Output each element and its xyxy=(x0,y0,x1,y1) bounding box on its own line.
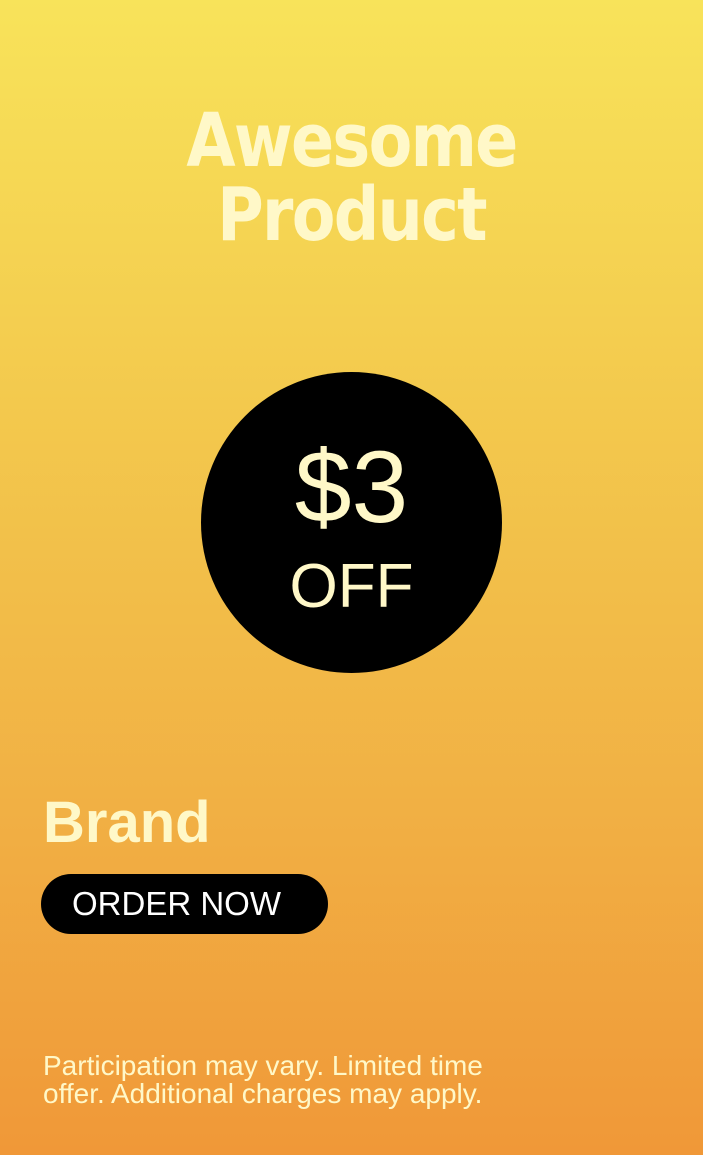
discount-badge: $3 OFF xyxy=(201,372,502,673)
product-title-line-1: Awesome xyxy=(186,98,518,184)
disclaimer-text: Participation may vary. Limited time off… xyxy=(43,1052,603,1108)
discount-label: OFF xyxy=(289,552,414,621)
discount-amount: $3 xyxy=(294,430,409,544)
disclaimer-line-2: offer. Additional charges may apply. xyxy=(43,1078,483,1109)
order-now-button[interactable]: ORDER NOW xyxy=(41,874,328,934)
product-title: Awesome Product xyxy=(49,104,654,252)
brand-name: Brand xyxy=(43,790,211,855)
product-title-line-2: Product xyxy=(217,172,487,258)
disclaimer-line-1: Participation may vary. Limited time xyxy=(43,1050,483,1081)
